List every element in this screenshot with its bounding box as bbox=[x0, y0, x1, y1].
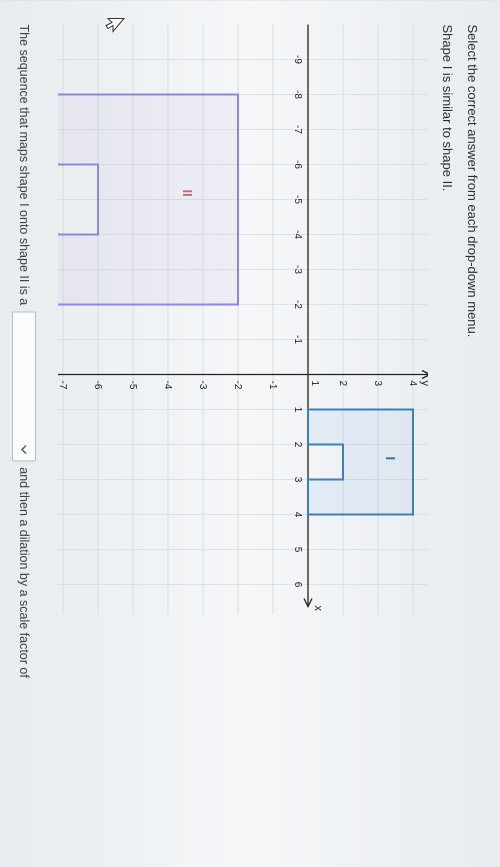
sentence-part-one: The sequence that maps shape I onto shap… bbox=[17, 24, 31, 305]
svg-text:-5: -5 bbox=[127, 380, 138, 389]
svg-text:-1: -1 bbox=[267, 380, 278, 389]
svg-text:-7: -7 bbox=[58, 380, 68, 389]
graph-svg: x y -9 -8 -7 -6 -5 -4 -3 -2 -1 1 2 3 4 5 6 4 3 2 1 -… bbox=[58, 24, 428, 614]
transformation-dropdown[interactable] bbox=[12, 311, 36, 461]
sentence-part-two: and then a dilation by a scale factor of bbox=[17, 467, 31, 678]
svg-text:2: 2 bbox=[292, 441, 303, 447]
svg-text:1: 1 bbox=[292, 406, 303, 412]
shape-two bbox=[58, 94, 238, 304]
svg-text:-6: -6 bbox=[292, 160, 303, 169]
svg-text:4: 4 bbox=[407, 380, 418, 386]
svg-text:-5: -5 bbox=[292, 195, 303, 204]
svg-text:3: 3 bbox=[292, 476, 303, 482]
svg-text:1: 1 bbox=[309, 380, 320, 386]
similar-statement: Shape I is similar to shape II. bbox=[440, 24, 455, 843]
svg-text:-3: -3 bbox=[292, 265, 303, 274]
svg-text:-2: -2 bbox=[292, 300, 303, 309]
svg-text:-9: -9 bbox=[292, 55, 303, 64]
cursor-icon bbox=[104, 16, 126, 34]
shape-two-label: II bbox=[180, 189, 195, 196]
instruction-text: Select the correct answer from each drop… bbox=[465, 24, 480, 843]
shape-one bbox=[308, 409, 413, 514]
svg-text:-8: -8 bbox=[292, 90, 303, 99]
coordinate-graph: x y -9 -8 -7 -6 -5 -4 -3 -2 -1 1 2 3 4 5 6 4 3 2 1 -… bbox=[58, 24, 428, 614]
svg-text:-6: -6 bbox=[92, 380, 103, 389]
svg-text:6: 6 bbox=[292, 581, 303, 587]
svg-text:-3: -3 bbox=[197, 380, 208, 389]
svg-text:3: 3 bbox=[372, 380, 383, 386]
svg-text:-4: -4 bbox=[292, 230, 303, 239]
svg-text:2: 2 bbox=[337, 380, 348, 386]
svg-text:5: 5 bbox=[292, 546, 303, 552]
y-axis-label: y bbox=[419, 380, 428, 386]
svg-text:4: 4 bbox=[292, 511, 303, 517]
svg-text:-2: -2 bbox=[232, 380, 243, 389]
answer-sentence: The sequence that maps shape I onto shap… bbox=[12, 24, 46, 843]
svg-text:-7: -7 bbox=[292, 125, 303, 134]
svg-text:-1: -1 bbox=[292, 335, 303, 344]
x-axis-label: x bbox=[312, 605, 324, 611]
chevron-down-icon bbox=[19, 444, 29, 454]
svg-text:-4: -4 bbox=[162, 380, 173, 389]
shape-one-label: I bbox=[383, 456, 398, 460]
